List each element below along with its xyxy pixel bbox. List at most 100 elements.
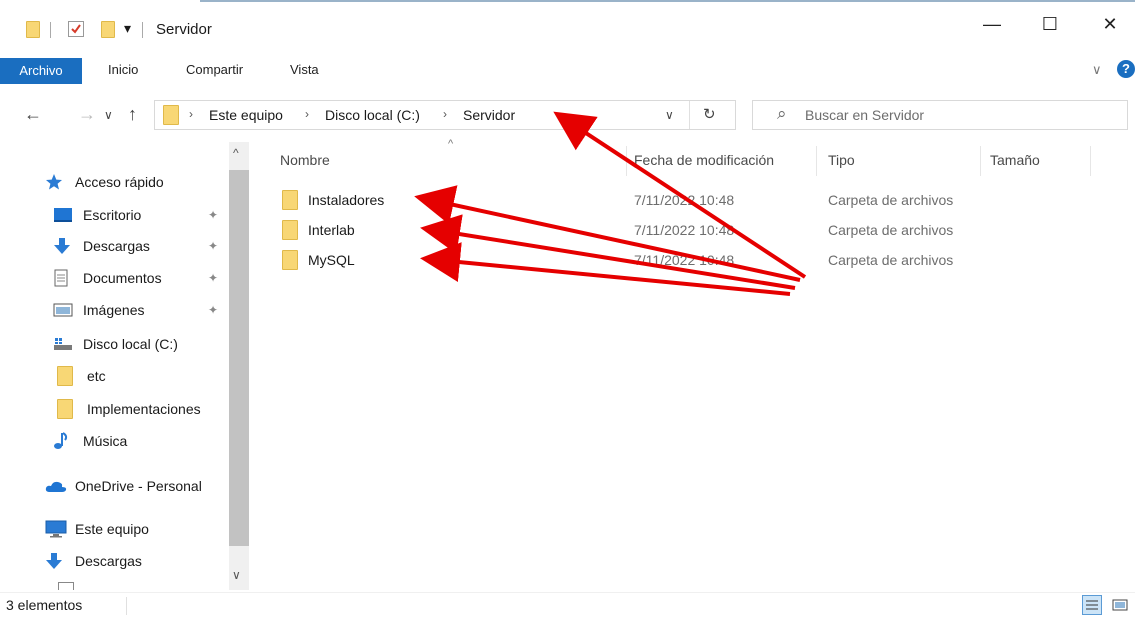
folder-icon [282, 190, 298, 210]
minimize-button[interactable]: — [972, 14, 1012, 44]
sidebar-item-implementaciones[interactable]: Implementaciones [57, 396, 201, 422]
file-modified: 7/11/2022 10:48 [634, 252, 735, 268]
tab-compartir[interactable]: Compartir [186, 62, 243, 77]
breadcrumb-separator[interactable]: › [305, 107, 309, 121]
sidebar-item-label: Música [83, 433, 128, 449]
file-type: Carpeta de archivos [828, 222, 954, 238]
status-bar: 3 elementos [0, 592, 1135, 619]
star-icon [45, 173, 67, 191]
breadcrumb-separator[interactable]: › [443, 107, 447, 121]
sidebar-item-label: Este equipo [75, 521, 149, 537]
sidebar-item-label: Descargas [83, 238, 150, 254]
column-separator[interactable] [626, 146, 627, 176]
column-separator[interactable] [816, 146, 817, 176]
download-icon [45, 552, 67, 570]
breadcrumb-separator[interactable]: › [189, 107, 193, 121]
pin-icon[interactable]: ✦ [208, 271, 218, 285]
tab-archivo[interactable]: Archivo [0, 58, 82, 84]
details-view-button[interactable] [1082, 595, 1102, 615]
sidebar-item-label: Documentos [83, 270, 162, 286]
maximize-button[interactable]: ☐ [1030, 14, 1070, 44]
file-name: MySQL [308, 252, 355, 268]
help-icon[interactable]: ? [1117, 60, 1135, 78]
pin-icon[interactable]: ✦ [208, 303, 218, 317]
column-header-type[interactable]: Tipo [828, 152, 855, 168]
sidebar-item-label: Acceso rápido [75, 174, 164, 190]
folder-icon [282, 250, 298, 270]
column-header-name[interactable]: Nombre [280, 152, 330, 168]
sidebar-item-documentos[interactable]: Documentos [53, 265, 162, 291]
expand-ribbon-icon[interactable]: ∨ [1092, 62, 1102, 78]
sidebar-item-onedrive[interactable]: OneDrive - Personal [45, 473, 202, 499]
close-button[interactable]: ✕ [1090, 14, 1130, 44]
sidebar-item-disco-local[interactable]: Disco local (C:) [53, 331, 178, 357]
navigation-pane: ^ ∨ Acceso rápido Escritorio ✦ Descargas… [0, 142, 250, 590]
file-type: Carpeta de archivos [828, 192, 954, 208]
tab-vista[interactable]: Vista [290, 62, 319, 77]
sidebar-item-descargas[interactable]: Descargas [53, 233, 150, 259]
sidebar-item-este-equipo[interactable]: Este equipo [45, 516, 149, 542]
back-button[interactable]: ← [24, 104, 42, 125]
sidebar-item-etc[interactable]: etc [57, 363, 106, 389]
column-header-modified[interactable]: Fecha de modificación [634, 152, 774, 168]
computer-icon [45, 520, 67, 538]
window-title: Servidor [156, 21, 212, 38]
column-header-size[interactable]: Tamaño [990, 152, 1040, 168]
file-list: ^ Nombre Fecha de modificación Tipo Tama… [262, 138, 1135, 592]
ribbon-tabs: Archivo Inicio Compartir Vista ∨ ? [0, 58, 1135, 86]
quick-access-dropdown-icon[interactable]: ▾ [124, 20, 131, 37]
search-input[interactable]: Buscar en Servidor [805, 107, 924, 123]
folder-icon [26, 21, 40, 38]
sidebar-item-imagenes[interactable]: Imágenes [53, 297, 144, 323]
sidebar-item-label: Escritorio [83, 207, 142, 223]
music-icon [53, 432, 75, 450]
download-icon [53, 237, 75, 255]
forward-button[interactable]: → [78, 104, 96, 125]
sidebar-item-acceso-rapido[interactable]: Acceso rápido [45, 169, 164, 195]
divider [142, 22, 143, 38]
breadcrumb-este-equipo[interactable]: Este equipo [209, 107, 283, 123]
column-separator[interactable] [980, 146, 981, 176]
cloud-icon [45, 479, 67, 493]
document-icon [58, 582, 74, 590]
sort-ascending-icon: ^ [448, 138, 454, 150]
sidebar-scrollbar-thumb[interactable] [229, 170, 249, 546]
sidebar-item-escritorio[interactable]: Escritorio [53, 202, 141, 228]
table-row[interactable]: MySQL 7/11/2022 10:48 Carpeta de archivo… [280, 246, 1000, 274]
address-bar[interactable]: › Este equipo › Disco local (C:) › Servi… [154, 100, 736, 130]
table-row[interactable]: Instaladores 7/11/2022 10:48 Carpeta de … [280, 186, 1000, 214]
breadcrumb-disco-local[interactable]: Disco local (C:) [325, 107, 420, 123]
address-dropdown-icon[interactable]: ∨ [665, 108, 674, 122]
pin-icon[interactable]: ✦ [208, 239, 218, 253]
file-name: Interlab [308, 222, 355, 238]
tab-inicio[interactable]: Inicio [108, 62, 138, 77]
title-bar: ▾ Servidor — ☐ ✕ [0, 0, 1135, 58]
scroll-up-icon[interactable]: ^ [233, 146, 239, 160]
pin-icon[interactable]: ✦ [208, 208, 218, 222]
breadcrumb-servidor[interactable]: Servidor [463, 107, 515, 123]
sidebar-item-musica[interactable]: Música [53, 428, 127, 454]
search-box[interactable]: ⌕ Buscar en Servidor [752, 100, 1128, 130]
navigation-bar: ← → ∨ ↑ › Este equipo › Disco local (C:)… [0, 92, 1135, 138]
sidebar-item-label: Disco local (C:) [83, 336, 178, 352]
folder-icon [57, 366, 79, 386]
new-folder-icon[interactable] [101, 21, 115, 38]
folder-icon [282, 220, 298, 240]
up-button[interactable]: ↑ [128, 104, 137, 125]
sidebar-item-label: OneDrive - Personal [75, 478, 202, 494]
file-name: Instaladores [308, 192, 385, 208]
large-icons-view-button[interactable] [1110, 595, 1130, 615]
file-modified: 7/11/2022 10:48 [634, 222, 735, 238]
divider [50, 22, 51, 38]
column-separator[interactable] [1090, 146, 1091, 176]
sidebar-item-label: Imágenes [83, 302, 145, 318]
item-count: 3 elementos [6, 597, 83, 613]
table-row[interactable]: Interlab 7/11/2022 10:48 Carpeta de arch… [280, 216, 1000, 244]
title-bar-accent-line [200, 0, 1135, 2]
sidebar-item-descargas-este-equipo[interactable]: Descargas [45, 548, 142, 574]
refresh-button[interactable]: ↻ [703, 105, 716, 123]
recent-locations-icon[interactable]: ∨ [104, 108, 113, 122]
properties-icon[interactable] [68, 21, 84, 37]
scroll-down-icon[interactable]: ∨ [232, 568, 241, 582]
search-icon: ⌕ [777, 104, 787, 123]
